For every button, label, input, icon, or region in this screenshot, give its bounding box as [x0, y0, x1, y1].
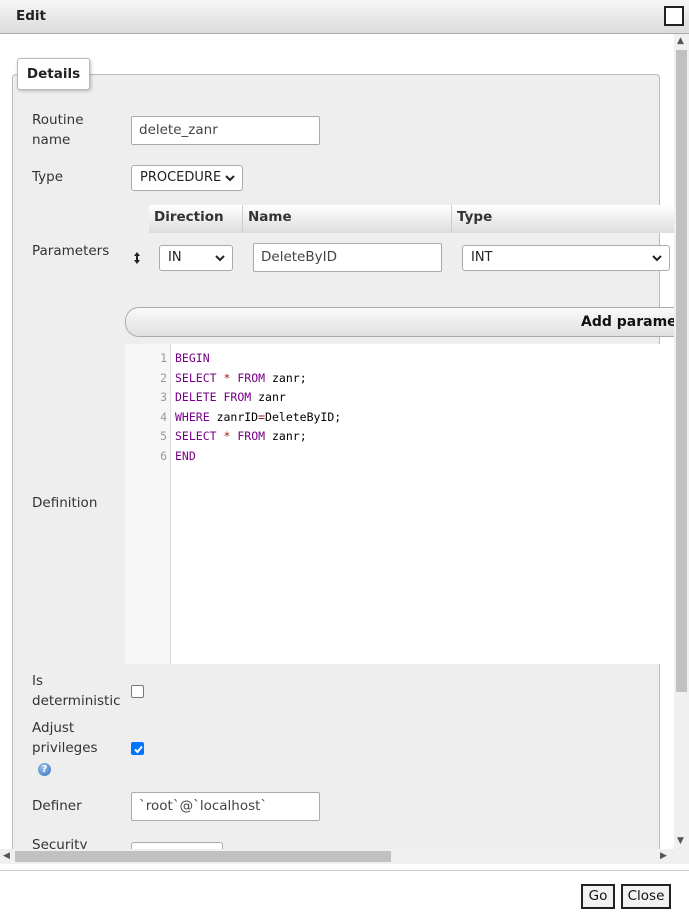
scroll-up-icon[interactable]: ▲: [677, 36, 684, 46]
param-type-select[interactable]: INT: [462, 245, 670, 271]
dialog-title: Edit: [16, 8, 46, 24]
line-number: 1: [160, 351, 167, 365]
chevron-down-icon: [215, 255, 225, 262]
line-number: 6: [160, 449, 167, 463]
close-button[interactable]: Close: [621, 884, 671, 909]
vertical-scroll-thumb[interactable]: [676, 50, 687, 692]
type-select-value: PROCEDURE: [140, 170, 222, 185]
checkmark-icon: [134, 745, 143, 754]
dialog-footer: Go Close: [0, 870, 689, 920]
routine-name-label-line2: name: [32, 131, 71, 148]
adjust-privileges-label-line1: Adjust: [32, 720, 75, 736]
param-header-type: Type: [452, 205, 674, 233]
param-type-value: INT: [471, 250, 493, 265]
param-header-direction: Direction: [149, 205, 243, 233]
code-line: SELECT * FROM zanr;: [175, 371, 307, 385]
scroll-down-icon[interactable]: ▼: [677, 836, 684, 846]
editor-gutter: 1 2 3 4 5 6: [125, 344, 171, 664]
code-line: END: [175, 449, 196, 463]
type-select[interactable]: PROCEDURE: [131, 165, 243, 191]
definer-input[interactable]: `root`@`localhost`: [131, 792, 320, 821]
deterministic-label-line2: deterministic: [32, 692, 121, 709]
add-parameter-button[interactable]: Add parameter: [125, 307, 689, 337]
param-direction-value: IN: [168, 250, 182, 265]
adjust-privileges-checkbox[interactable]: [131, 742, 144, 755]
type-label: Type: [32, 169, 64, 185]
add-parameter-label: Add parameter: [581, 314, 689, 330]
dialog-titlebar: Edit: [0, 0, 689, 34]
deterministic-checkbox[interactable]: [131, 685, 144, 698]
adjust-privileges-label: Adjust privileges: [32, 719, 98, 758]
tab-details[interactable]: Details: [17, 58, 90, 90]
routine-name-value: delete_zanr: [139, 122, 218, 138]
deterministic-label: Is deterministic: [32, 672, 121, 711]
go-button[interactable]: Go: [581, 884, 615, 909]
definition-label: Definition: [32, 495, 98, 511]
routine-name-label-line1: Routine: [32, 112, 84, 128]
parameters-label: Parameters: [32, 243, 110, 259]
deterministic-label-line1: Is: [32, 673, 44, 689]
param-direction-select[interactable]: IN: [159, 245, 233, 271]
code-line: WHERE zanrID=DeleteByID;: [175, 410, 342, 424]
line-number: 3: [160, 390, 167, 404]
routine-name-label: Routine name: [32, 111, 84, 150]
definition-editor[interactable]: 1 2 3 4 5 6 BEGIN SELECT * FROM zanr; DE…: [125, 344, 675, 664]
code-line: SELECT * FROM zanr;: [175, 429, 307, 443]
chevron-down-icon: [652, 255, 662, 262]
definer-label: Definer: [32, 798, 82, 814]
vertical-scrollbar[interactable]: ▲ ▼: [674, 34, 689, 864]
horizontal-scroll-thumb[interactable]: [15, 851, 391, 862]
routine-name-input[interactable]: delete_zanr: [131, 116, 320, 145]
horizontal-scrollbar[interactable]: ◀ ▶: [0, 849, 674, 864]
param-header-name: Name: [243, 205, 452, 233]
chevron-down-icon: [225, 175, 235, 182]
reorder-arrows-icon[interactable]: [132, 251, 142, 265]
maximize-icon[interactable]: [664, 6, 684, 26]
line-number: 4: [160, 410, 167, 424]
scroll-left-icon[interactable]: ◀: [3, 851, 10, 861]
param-name-input[interactable]: DeleteByID: [253, 243, 442, 272]
param-name-value: DeleteByID: [261, 249, 337, 265]
definer-value: `root`@`localhost`: [139, 798, 268, 814]
scroll-right-icon[interactable]: ▶: [660, 851, 667, 861]
help-icon[interactable]: ?: [38, 763, 51, 776]
code-line: BEGIN: [175, 351, 210, 365]
adjust-privileges-label-line2: privileges: [32, 739, 98, 756]
code-line: DELETE FROM zanr: [175, 390, 286, 404]
dialog-content: Details Routine name delete_zanr Type PR…: [0, 34, 689, 864]
line-number: 2: [160, 371, 167, 385]
line-number: 5: [160, 429, 167, 443]
